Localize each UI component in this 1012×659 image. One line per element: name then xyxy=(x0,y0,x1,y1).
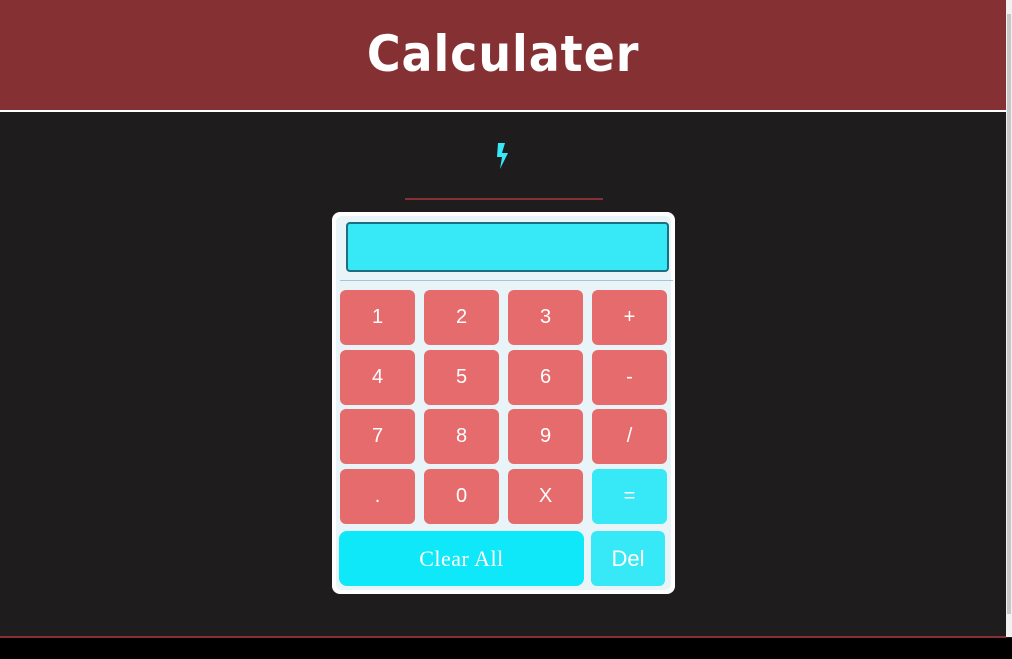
key-4[interactable]: 4 xyxy=(340,350,415,405)
key-equals[interactable]: = xyxy=(592,469,667,524)
divider xyxy=(405,198,603,200)
delete-button[interactable]: Del xyxy=(591,531,665,586)
key-7[interactable]: 7 xyxy=(340,409,415,464)
key-3[interactable]: 3 xyxy=(508,290,583,345)
key-8[interactable]: 8 xyxy=(424,409,499,464)
clear-all-button[interactable]: Clear All xyxy=(339,531,584,586)
page: Calculater 1 2 3 + 4 5 6 - 7 8 9 / . 0 X… xyxy=(0,0,1012,659)
key-divide[interactable]: / xyxy=(592,409,667,464)
key-5[interactable]: 5 xyxy=(424,350,499,405)
key-plus[interactable]: + xyxy=(592,290,667,345)
key-0[interactable]: 0 xyxy=(424,469,499,524)
lightning-bolt-icon xyxy=(497,143,508,169)
key-1[interactable]: 1 xyxy=(340,290,415,345)
key-decimal[interactable]: . xyxy=(340,469,415,524)
calculator-body: 1 2 3 + 4 5 6 - 7 8 9 / . 0 X = Clear Al… xyxy=(336,216,673,590)
calculator: 1 2 3 + 4 5 6 - 7 8 9 / . 0 X = Clear Al… xyxy=(332,212,675,594)
key-2[interactable]: 2 xyxy=(424,290,499,345)
header: Calculater xyxy=(0,0,1006,112)
footer-bar xyxy=(0,638,1012,659)
display-separator xyxy=(340,280,673,281)
key-9[interactable]: 9 xyxy=(508,409,583,464)
key-minus[interactable]: - xyxy=(592,350,667,405)
scrollbar-thumb[interactable] xyxy=(1007,14,1011,614)
key-multiply[interactable]: X xyxy=(508,469,583,524)
scrollbar[interactable] xyxy=(1006,0,1012,637)
page-title: Calculater xyxy=(366,25,640,83)
calculator-display[interactable] xyxy=(346,222,669,272)
key-6[interactable]: 6 xyxy=(508,350,583,405)
